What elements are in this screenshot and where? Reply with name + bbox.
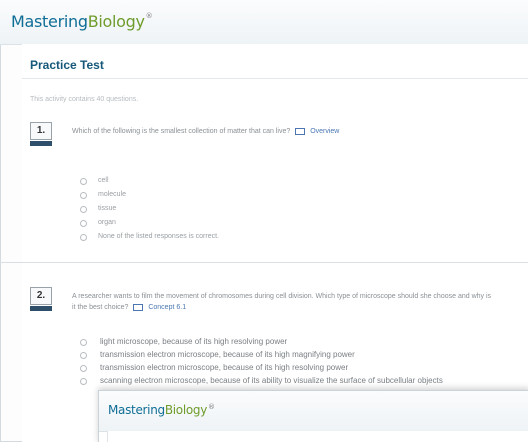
overlay-brand-logo: MasteringBiology® xyxy=(108,403,215,417)
brand-text-biology: Biology xyxy=(87,12,145,31)
radio-button[interactable] xyxy=(80,192,87,199)
question-tag xyxy=(30,141,52,146)
radio-button[interactable] xyxy=(80,220,87,227)
brand-text-biology: Biology xyxy=(164,403,208,417)
question-reference-link[interactable]: Concept 6.1 xyxy=(148,304,186,311)
answer-option-label: molecule xyxy=(98,191,127,198)
reference-link-icon[interactable] xyxy=(133,303,144,311)
question-number: 2. xyxy=(30,287,52,305)
intro-text: This activity contains 40 questions. xyxy=(30,96,139,103)
radio-button[interactable] xyxy=(80,365,87,372)
title-divider xyxy=(22,78,528,79)
question-reference-link[interactable]: Overview xyxy=(310,128,339,135)
brand-logo: MasteringBiology® xyxy=(11,12,153,31)
question-divider xyxy=(0,262,528,263)
question-badge: 2. xyxy=(30,287,52,311)
radio-button[interactable] xyxy=(80,206,87,213)
question-badge: 1. xyxy=(30,122,52,146)
radio-button[interactable] xyxy=(80,352,87,359)
answer-option-label: tissue xyxy=(98,205,117,212)
answer-option-label: transmission electron microscope, becaus… xyxy=(100,350,355,359)
brand-text-mastering: Mastering xyxy=(11,12,88,31)
radio-button[interactable] xyxy=(80,178,87,185)
answer-option-label: light microscope, because of its high re… xyxy=(100,337,288,346)
radio-button[interactable] xyxy=(80,378,87,385)
overlay-content xyxy=(107,431,528,442)
app-window: MasteringBiology® Practice Test This act… xyxy=(0,0,528,442)
question-prompt: Which of the following is the smallest c… xyxy=(72,128,291,135)
radio-button[interactable] xyxy=(80,234,87,241)
reference-link-icon[interactable] xyxy=(295,127,306,135)
brand-registered-mark: ® xyxy=(145,12,153,20)
question-text: A researcher wants to film the movement … xyxy=(72,291,492,313)
answer-option-label: transmission electron microscope, becaus… xyxy=(100,363,349,372)
header-bar: MasteringBiology® xyxy=(0,0,528,45)
radio-button[interactable] xyxy=(80,339,87,346)
answer-option-label: scanning electron microscope, because of… xyxy=(100,376,443,385)
question-tag xyxy=(30,306,52,311)
answer-option-label: None of the listed responses is correct. xyxy=(98,233,220,240)
overlay-header-bar: MasteringBiology® xyxy=(99,391,528,432)
question-number: 1. xyxy=(30,122,52,140)
answer-option-label: cell xyxy=(98,177,109,184)
test-content: Practice Test This activity contains 40 … xyxy=(0,44,528,442)
question-text: Which of the following is the smallest c… xyxy=(72,126,492,137)
answer-option-label: organ xyxy=(98,219,116,226)
brand-registered-mark: ® xyxy=(208,403,215,411)
overlapping-window[interactable]: MasteringBiology® xyxy=(98,390,528,442)
page-title: Practice Test xyxy=(30,58,104,72)
brand-text-mastering: Mastering xyxy=(108,403,165,417)
